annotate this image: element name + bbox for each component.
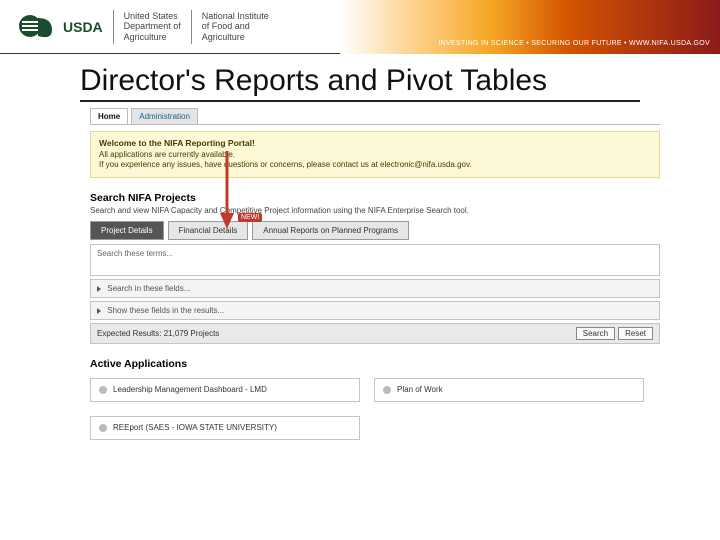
nav-tabs: Home Administration xyxy=(90,108,660,124)
app-label: Leadership Management Dashboard - LMD xyxy=(113,385,267,394)
active-apps-header: Active Applications xyxy=(90,358,660,370)
app-label: REEport (SAES - IOWA STATE UNIVERSITY) xyxy=(113,423,277,432)
tab-project-details[interactable]: Project Details xyxy=(90,221,164,240)
divider xyxy=(191,10,192,44)
active-apps-grid: Leadership Management Dashboard - LMD Pl… xyxy=(90,378,660,440)
app-icon xyxy=(383,386,391,394)
expected-results: Expected Results: 21,079 Projects xyxy=(97,329,219,338)
app-card-reeport[interactable]: REEport (SAES - IOWA STATE UNIVERSITY) xyxy=(90,416,360,440)
org-dept-agriculture: United States Department of Agriculture xyxy=(124,11,181,42)
usda-shield-icon xyxy=(18,12,60,42)
usda-banner: USDA United States Department of Agricul… xyxy=(0,0,720,54)
chevron-right-icon xyxy=(97,308,101,314)
search-button[interactable]: Search xyxy=(576,327,615,340)
portal: Home Administration Welcome to the NIFA … xyxy=(90,108,660,440)
app-icon xyxy=(99,386,107,394)
welcome-line: If you experience any issues, have quest… xyxy=(99,160,651,170)
search-sub: Search and view NIFA Capacity and Compet… xyxy=(90,206,660,215)
tab-home[interactable]: Home xyxy=(90,108,128,124)
expander-label: Search in these fields... xyxy=(107,284,190,293)
nav-separator xyxy=(90,124,660,125)
app-label: Plan of Work xyxy=(397,385,443,394)
new-badge: NEW! xyxy=(238,213,262,222)
welcome-title: Welcome to the NIFA Reporting Portal! xyxy=(99,138,651,148)
banner-tagline: INVESTING IN SCIENCE • SECURING OUR FUTU… xyxy=(438,40,710,47)
usda-logo: USDA xyxy=(0,12,103,42)
search-terms-label: Search these terms... xyxy=(97,249,653,258)
search-terms-input[interactable]: Search these terms... xyxy=(90,244,660,276)
expander-show-fields[interactable]: Show these fields in the results... xyxy=(90,301,660,320)
search-header: Search NIFA Projects xyxy=(90,192,660,204)
page-title: Director's Reports and Pivot Tables xyxy=(80,64,640,102)
expander-label: Show these fields in the results... xyxy=(107,306,224,315)
divider xyxy=(113,10,114,44)
results-row: Expected Results: 21,079 Projects Search… xyxy=(90,323,660,344)
chevron-right-icon xyxy=(97,286,101,292)
reset-button[interactable]: Reset xyxy=(618,327,653,340)
usda-abbr: USDA xyxy=(63,19,103,35)
app-card-lmd[interactable]: Leadership Management Dashboard - LMD xyxy=(90,378,360,402)
app-card-plan-of-work[interactable]: Plan of Work xyxy=(374,378,644,402)
expander-search-fields[interactable]: Search in these fields... xyxy=(90,279,660,298)
org-nifa: National Institute of Food and Agricultu… xyxy=(202,11,269,42)
welcome-line: All applications are currently available… xyxy=(99,150,651,160)
tab-annual-reports[interactable]: Annual Reports on Planned Programs xyxy=(252,221,409,240)
tab-administration[interactable]: Administration xyxy=(131,108,198,124)
app-icon xyxy=(99,424,107,432)
search-tabs: Project Details Financial Details Annual… xyxy=(90,221,660,240)
annotation-arrow-icon xyxy=(217,151,237,231)
welcome-box: Welcome to the NIFA Reporting Portal! Al… xyxy=(90,131,660,178)
